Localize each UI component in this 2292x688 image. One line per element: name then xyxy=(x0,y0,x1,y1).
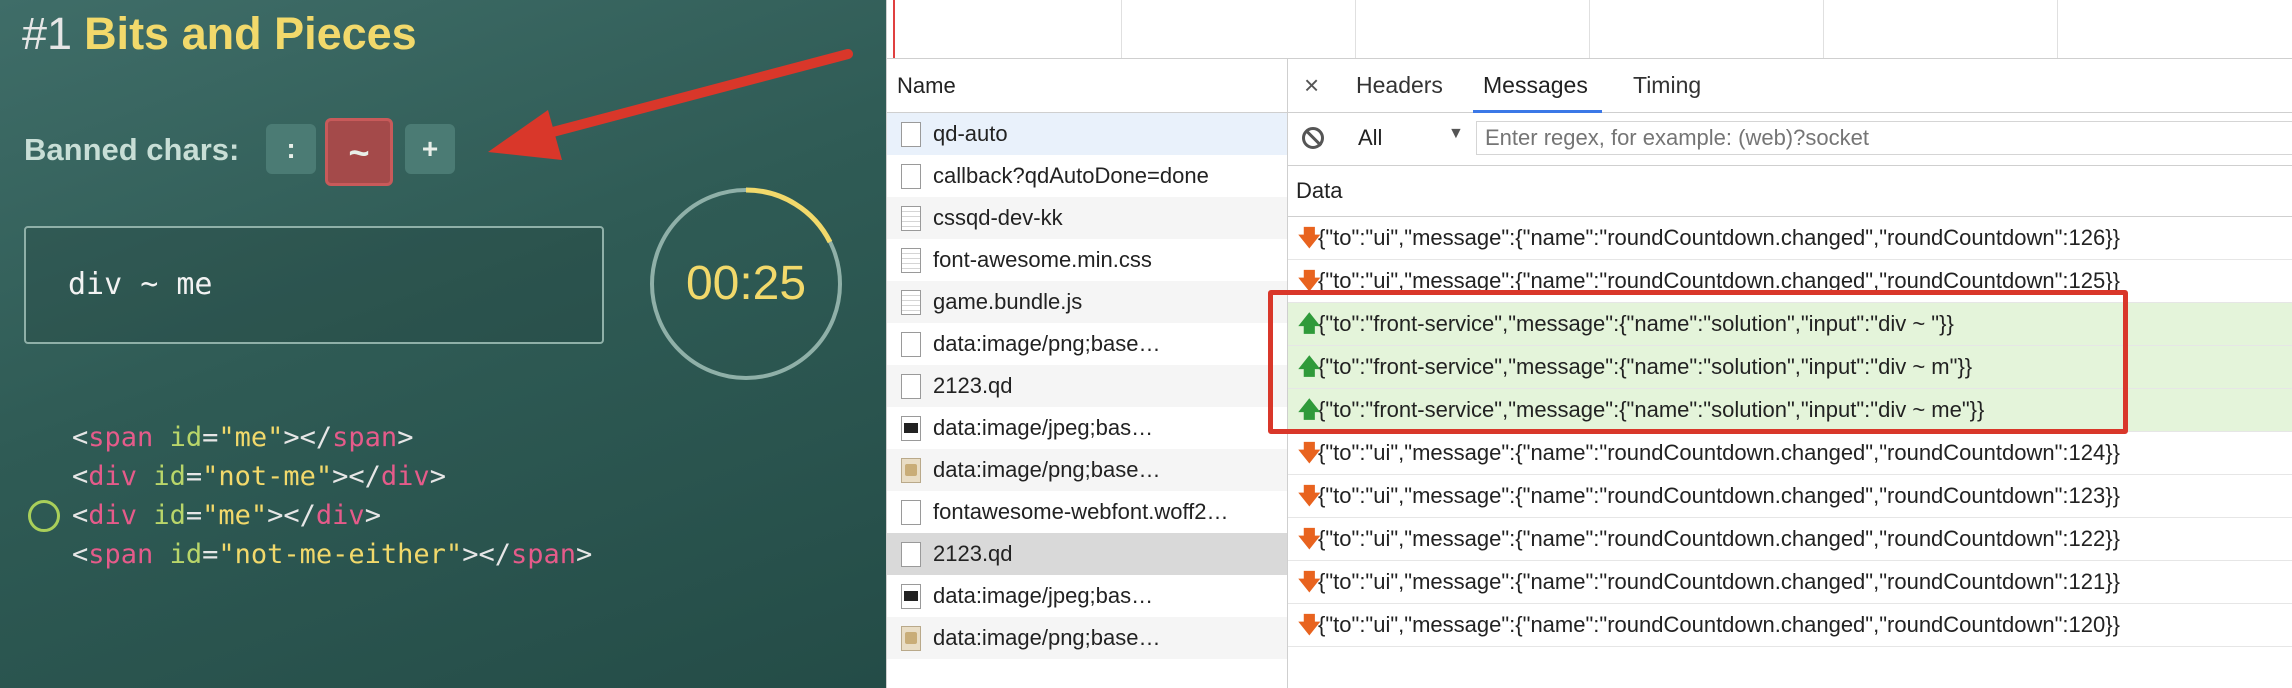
chevron-down-icon[interactable]: ▼ xyxy=(1448,125,1464,143)
request-row[interactable]: 2123.qd xyxy=(887,365,1287,407)
request-row[interactable]: data:image/png;base… xyxy=(887,323,1287,365)
message-row[interactable]: 🡇 {"to":"ui","message":{"name":"roundCoun… xyxy=(1288,518,2292,561)
selector-editor[interactable] xyxy=(24,226,604,344)
timeline-gridline xyxy=(2057,0,2058,58)
tab-headers[interactable]: Headers xyxy=(1356,59,1443,112)
annotation-highlight-box xyxy=(1268,290,2128,434)
blank-file-icon xyxy=(901,164,921,189)
countdown-timer: 00:25 xyxy=(646,184,846,384)
request-row[interactable]: cssqd-dev-kk xyxy=(887,197,1287,239)
timeline-gridline xyxy=(1823,0,1824,58)
text-file-icon xyxy=(901,290,921,315)
level-number: #1 xyxy=(22,8,73,59)
selector-input[interactable] xyxy=(66,266,570,303)
match-indicator-icon xyxy=(28,500,60,532)
request-list: Name qd-auto callback?qdAutoDone=done cs… xyxy=(887,59,1288,688)
arrow-down-icon: 🡇 xyxy=(1298,225,1321,250)
timeline-gridline xyxy=(1589,0,1590,58)
banned-chars-label: Banned chars: xyxy=(24,132,240,167)
message-filter-bar: All ▼ xyxy=(1288,113,2292,166)
banned-char-tilde: ~ xyxy=(325,118,393,186)
data-column-header[interactable]: Data xyxy=(1288,166,2292,217)
blank-file-icon xyxy=(901,332,921,357)
request-row[interactable]: callback?qdAutoDone=done xyxy=(887,155,1287,197)
tab-messages[interactable]: Messages xyxy=(1473,59,1602,113)
name-column-header[interactable]: Name xyxy=(887,59,1287,113)
request-row[interactable]: qd-auto xyxy=(887,113,1287,155)
timeline-gridline xyxy=(1355,0,1356,58)
message-row[interactable]: 🡇 {"to":"ui","message":{"name":"roundCoun… xyxy=(1288,561,2292,604)
banned-char-colon: : xyxy=(266,124,316,174)
close-icon[interactable]: × xyxy=(1304,59,1319,112)
request-row[interactable]: 2123.qd xyxy=(887,533,1287,575)
banned-char-plus: + xyxy=(405,124,455,174)
code-line: <div id="me"></div> xyxy=(72,500,381,531)
clear-messages-icon[interactable] xyxy=(1302,127,1324,149)
png-image-icon xyxy=(901,626,921,651)
timeline-gridline xyxy=(1121,0,1122,58)
timer-value: 00:25 xyxy=(685,257,807,310)
request-row[interactable]: fontawesome-webfont.woff2… xyxy=(887,491,1287,533)
text-file-icon xyxy=(901,248,921,273)
request-row[interactable]: game.bundle.js xyxy=(887,281,1287,323)
code-line: <div id="not-me"></div> xyxy=(72,461,446,492)
request-row[interactable]: data:image/png;base… xyxy=(887,617,1287,659)
annotation-arrow-icon xyxy=(488,49,853,160)
arrow-down-icon: 🡇 xyxy=(1298,440,1321,465)
message-row[interactable]: 🡇 {"to":"ui","message":{"name":"roundCoun… xyxy=(1288,475,2292,518)
arrow-down-icon: 🡇 xyxy=(1298,483,1321,508)
request-row[interactable]: data:image/jpeg;bas… xyxy=(887,575,1287,617)
message-type-select[interactable]: All xyxy=(1358,125,1382,151)
html-code-block: <span id="me"></span> <div id="not-me"><… xyxy=(72,418,592,574)
detail-tabs: × Headers Messages Timing xyxy=(1288,59,2292,113)
jpeg-image-icon xyxy=(901,584,921,609)
code-line: <span id="not-me-either"></span> xyxy=(72,539,593,570)
level-name: Bits and Pieces xyxy=(84,8,417,59)
code-line: <span id="me"></span> xyxy=(72,422,414,453)
message-row[interactable]: 🡇 {"to":"ui","message":{"name":"roundCoun… xyxy=(1288,432,2292,475)
request-row[interactable]: data:image/jpeg;bas… xyxy=(887,407,1287,449)
network-timeline[interactable] xyxy=(887,0,2292,59)
arrow-down-icon: 🡇 xyxy=(1298,612,1321,637)
message-row[interactable]: 🡇 {"to":"ui","message":{"name":"roundCoun… xyxy=(1288,604,2292,647)
regex-filter-input[interactable] xyxy=(1476,121,2292,155)
jpeg-image-icon xyxy=(901,416,921,441)
tab-timing[interactable]: Timing xyxy=(1633,59,1701,112)
blank-file-icon xyxy=(901,122,921,147)
arrow-down-icon: 🡇 xyxy=(1298,569,1321,594)
blank-file-icon xyxy=(901,374,921,399)
text-file-icon xyxy=(901,206,921,231)
png-image-icon xyxy=(901,458,921,483)
request-row[interactable]: font-awesome.min.css xyxy=(887,239,1287,281)
message-row[interactable]: 🡇 {"to":"ui","message":{"name":"roundCoun… xyxy=(1288,217,2292,260)
request-row[interactable]: data:image/png;base… xyxy=(887,449,1287,491)
blank-file-icon xyxy=(901,500,921,525)
arrow-down-icon: 🡇 xyxy=(1298,526,1321,551)
level-title: #1 Bits and Pieces xyxy=(22,8,417,60)
game-panel: #1Bits and Pieces Banned chars: : ~ + 00… xyxy=(0,0,886,688)
blank-file-icon xyxy=(901,542,921,567)
timeline-marker xyxy=(893,0,895,58)
